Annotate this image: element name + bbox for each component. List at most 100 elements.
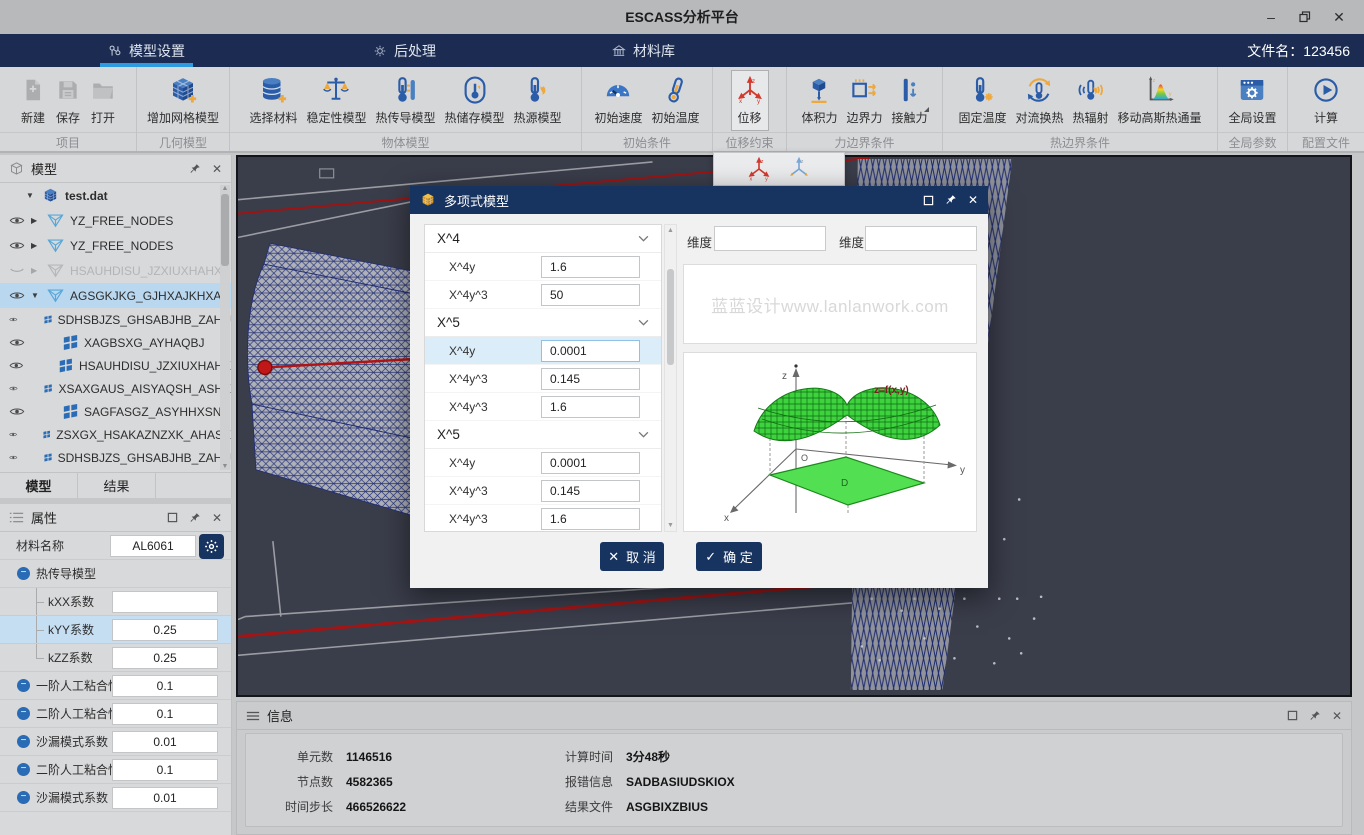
tree-item[interactable]: SAGFASGZ_ASYHHXSN (0, 400, 231, 423)
scroll-down-icon[interactable]: ▼ (222, 463, 229, 470)
close-icon[interactable]: ✕ (1332, 709, 1342, 723)
close-icon[interactable]: ✕ (212, 162, 222, 176)
ribbon-radiation-button[interactable]: 热辐射 (1069, 70, 1113, 131)
ribbon-new-button[interactable]: 新建 (16, 70, 50, 131)
cancel-button[interactable]: ✕ 取 消 (600, 542, 664, 571)
ribbon-heat-source-button[interactable]: 热源模型 (510, 70, 566, 131)
ribbon-boundary-force-button[interactable]: 边界力 (842, 70, 886, 131)
tree-item[interactable]: HSAUHDISU_JZXIUXHAHX (0, 354, 231, 377)
ribbon-stability-model-button[interactable]: 稳定性模型 (302, 70, 370, 131)
ribbon-gauss-flux-button[interactable]: zy 移动高斯热通量 (1114, 70, 1206, 131)
collapse-icon[interactable]: − (17, 707, 30, 720)
property-input[interactable] (112, 675, 218, 697)
ribbon-heat-storage-button[interactable]: 热储存模型 (441, 70, 509, 131)
property-input[interactable] (112, 703, 218, 725)
dimension-input-2[interactable] (865, 226, 977, 251)
term-section-header[interactable]: X^5 (425, 421, 661, 449)
kxx-input[interactable] (112, 591, 218, 613)
tab-model-setup[interactable]: 模型设置 (100, 34, 193, 67)
eye-visible-icon[interactable] (9, 240, 25, 251)
scroll-up-icon[interactable]: ▲ (667, 227, 674, 234)
eye-visible-icon[interactable] (9, 290, 25, 301)
eye-visible-icon[interactable] (9, 429, 17, 440)
collapse-icon[interactable]: − (17, 735, 30, 748)
close-icon[interactable]: ✕ (212, 511, 222, 525)
red-probe-point[interactable] (258, 360, 272, 374)
collapse-icon[interactable]: − (17, 567, 30, 580)
term-section-header[interactable]: X^5 (425, 309, 661, 337)
caret-right-icon[interactable]: ▶ (31, 216, 41, 225)
term-value-input[interactable] (541, 256, 640, 278)
eye-visible-icon[interactable] (9, 452, 18, 463)
heat-conduction-section-row[interactable]: − 热传导模型 (0, 560, 231, 588)
ribbon-save-button[interactable]: 保存 (51, 70, 85, 131)
close-button[interactable]: ✕ (1322, 0, 1356, 34)
kzz-input[interactable] (112, 647, 218, 669)
dimension-input-1[interactable] (714, 226, 826, 251)
ribbon-heat-conduction-button[interactable]: 热传导模型 (371, 70, 439, 131)
property-input[interactable] (112, 731, 218, 753)
tree-item[interactable]: ZSXGX_HSAKAZNZXK_AHASX (0, 423, 231, 446)
scroll-up-icon[interactable]: ▲ (222, 185, 229, 192)
collapse-icon[interactable]: − (17, 791, 30, 804)
eye-visible-icon[interactable] (9, 406, 25, 417)
ribbon-fixed-temperature-button[interactable]: 固定温度 (954, 70, 1010, 131)
eye-visible-icon[interactable] (9, 314, 18, 325)
tree-item[interactable]: ▶ YZ_FREE_NODES (0, 233, 231, 258)
term-value-input[interactable] (541, 452, 640, 474)
term-value-input[interactable] (541, 508, 640, 530)
pin-icon[interactable] (189, 163, 201, 175)
term-value-input[interactable] (541, 368, 640, 390)
scroll-down-icon[interactable]: ▼ (667, 522, 674, 529)
scroll-thumb[interactable] (667, 269, 674, 365)
ribbon-compute-button[interactable]: 计算 (1307, 70, 1345, 131)
collapse-icon[interactable]: − (17, 679, 30, 692)
tab-material-library[interactable]: 材料库 (604, 34, 683, 67)
kyy-input[interactable] (112, 619, 218, 641)
term-value-input[interactable] (541, 396, 640, 418)
dialog-title-bar[interactable]: 多项式模型 ✕ (410, 186, 988, 214)
restore-button[interactable] (1288, 0, 1322, 34)
tab-results[interactable]: 结果 (78, 473, 156, 498)
eye-visible-icon[interactable] (9, 383, 18, 394)
collapse-icon[interactable]: − (17, 763, 30, 776)
caret-right-icon[interactable]: ▶ (31, 266, 41, 275)
blue-axes-option-icon[interactable]: z (786, 156, 812, 182)
tree-item-hidden[interactable]: ▶ HSAUHDISU_JZXIUXHAHX (0, 258, 231, 283)
eye-hidden-icon[interactable] (9, 265, 25, 276)
caret-down-icon[interactable]: ▼ (26, 191, 36, 200)
tab-model[interactable]: 模型 (0, 473, 78, 498)
ribbon-global-settings-button[interactable]: 全局设置 (1224, 70, 1280, 131)
dialog-scrollbar[interactable]: ▲ ▼ (664, 224, 677, 532)
tree-item[interactable]: XAGBSXG_AYHAQBJ (0, 331, 231, 354)
close-icon[interactable]: ✕ (968, 193, 978, 207)
material-settings-button[interactable] (199, 534, 224, 559)
ribbon-contact-force-button[interactable]: 接触力 (888, 70, 932, 131)
term-section-header[interactable]: X^4 (425, 225, 661, 253)
tree-item[interactable]: XSAXGAUS_AISYAQSH_ASHX (0, 377, 231, 400)
material-name-input[interactable] (110, 535, 196, 557)
red-axes-option-icon[interactable]: zxy (746, 156, 772, 182)
pin-icon[interactable] (1309, 710, 1321, 722)
eye-visible-icon[interactable] (9, 215, 25, 226)
ok-button[interactable]: ✓ 确 定 (696, 542, 762, 571)
tab-post-process[interactable]: 后处理 (365, 34, 444, 67)
tree-item[interactable]: ▶ YZ_FREE_NODES (0, 208, 231, 233)
term-value-input[interactable] (541, 480, 640, 502)
eye-visible-icon[interactable] (9, 337, 25, 348)
property-input[interactable] (112, 759, 218, 781)
ribbon-add-mesh-button[interactable]: 增加网格模型 (143, 70, 223, 131)
caret-down-icon[interactable]: ▼ (31, 291, 41, 300)
pin-icon[interactable] (945, 194, 957, 206)
ribbon-initial-temperature-button[interactable]: 初始温度 (648, 70, 704, 131)
minimize-button[interactable]: – (1254, 0, 1288, 34)
eye-visible-icon[interactable] (9, 360, 24, 371)
term-value-input[interactable] (541, 340, 640, 362)
ribbon-select-material-button[interactable]: 选择材料 (245, 70, 301, 131)
maximize-icon[interactable] (1287, 710, 1298, 721)
maximize-icon[interactable] (923, 195, 934, 206)
caret-right-icon[interactable]: ▶ (31, 241, 41, 250)
term-value-input[interactable] (541, 284, 640, 306)
property-input[interactable] (112, 787, 218, 809)
tree-item[interactable]: SDHSBJZS_GHSABJHB_ZAHU (0, 446, 231, 469)
